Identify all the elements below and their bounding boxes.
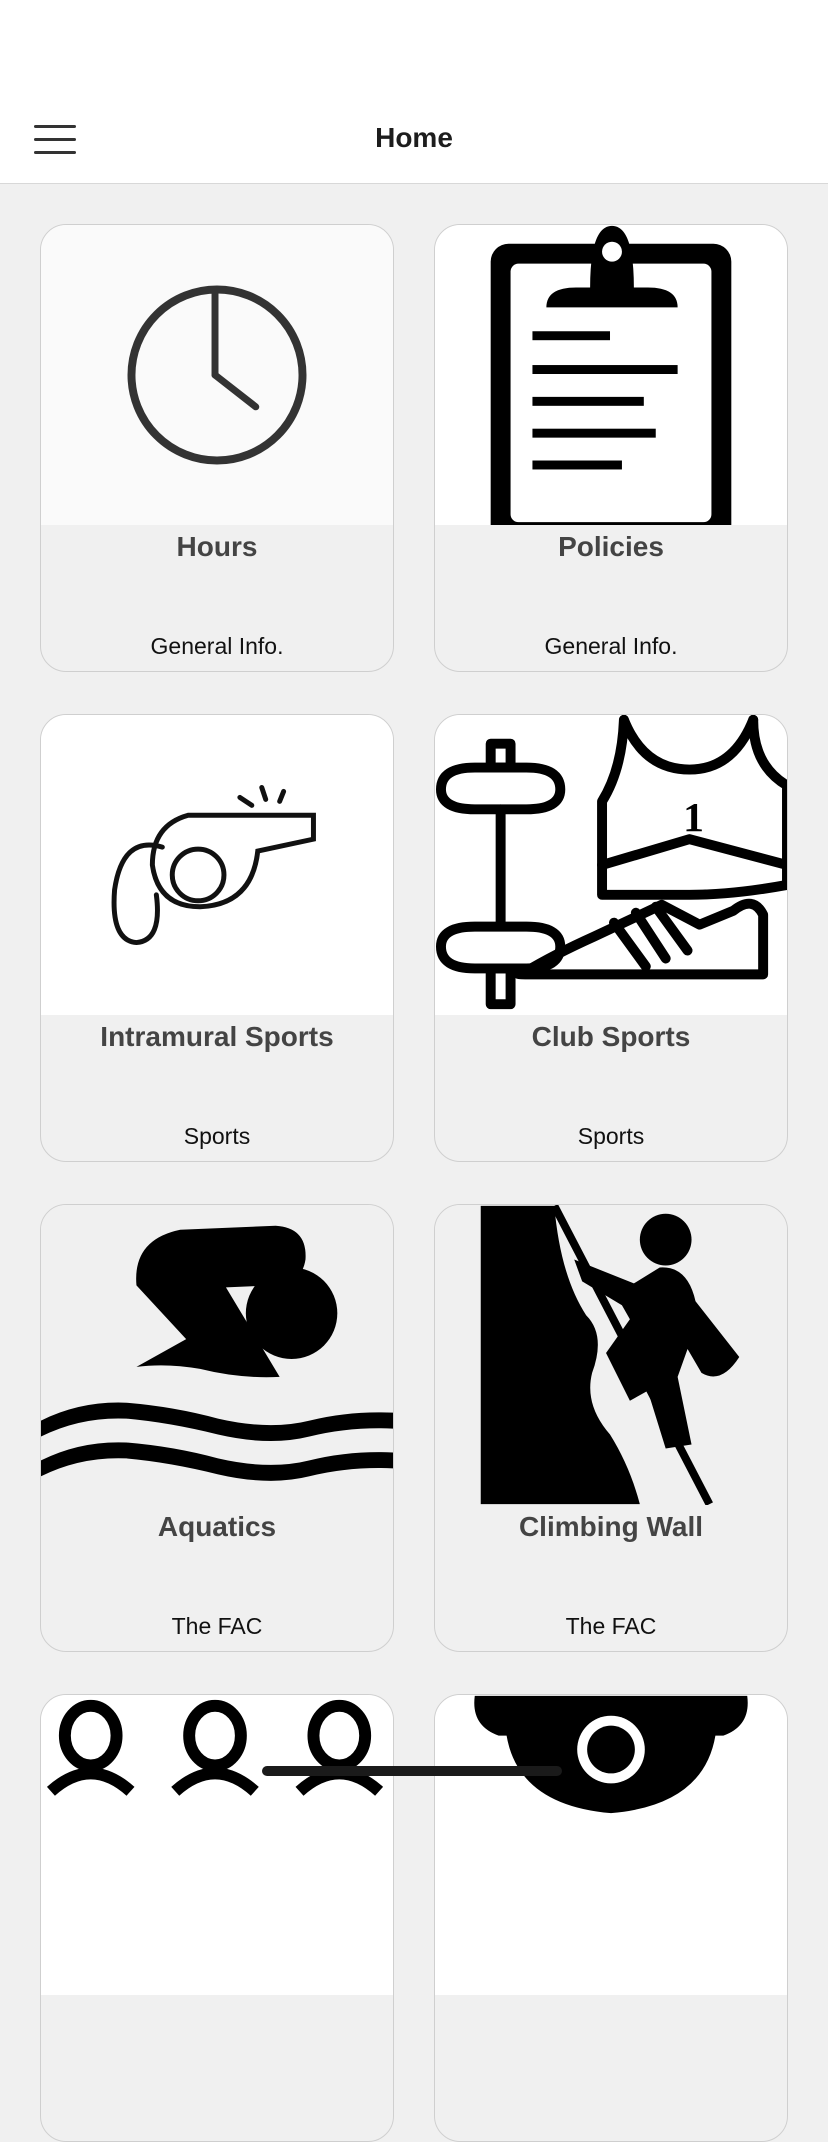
card-category: General Info. bbox=[544, 633, 678, 659]
card-title: Club Sports bbox=[531, 1021, 691, 1052]
card-club-sports[interactable]: 1 Club Sports Sports bbox=[434, 714, 788, 1162]
card-partial-group[interactable] bbox=[40, 1694, 394, 2142]
card-policies[interactable]: Policies General Info. bbox=[434, 224, 788, 672]
card-category: The FAC bbox=[565, 1613, 657, 1639]
club-sports-icon: 1 bbox=[435, 715, 787, 1015]
home-indicator[interactable] bbox=[262, 1766, 562, 1776]
svg-text:1: 1 bbox=[683, 795, 704, 841]
card-category: Sports bbox=[577, 1123, 645, 1149]
card-category: The FAC bbox=[171, 1613, 263, 1639]
card-title: Policies bbox=[558, 531, 664, 562]
trophy-icon bbox=[435, 1695, 787, 1995]
group-icon bbox=[41, 1695, 393, 1995]
card-title: Hours bbox=[176, 531, 258, 562]
card-title: Aquatics bbox=[157, 1511, 277, 1542]
card-intramural-sports[interactable]: Intramural Sports Sports bbox=[40, 714, 394, 1162]
card-hours[interactable]: Hours General Info. bbox=[40, 224, 394, 672]
card-aquatics[interactable]: Aquatics The FAC bbox=[40, 1204, 394, 1652]
card-partial-trophy[interactable] bbox=[434, 1694, 788, 2142]
swimmer-icon bbox=[41, 1205, 393, 1505]
whistle-icon bbox=[41, 715, 393, 1015]
card-title: Intramural Sports bbox=[100, 1021, 334, 1052]
card-title: Climbing Wall bbox=[518, 1511, 704, 1542]
status-bar-area bbox=[0, 0, 828, 100]
card-category: General Info. bbox=[150, 633, 284, 659]
clock-icon bbox=[41, 225, 393, 525]
card-category: Sports bbox=[183, 1123, 251, 1149]
top-navigation-bar: Home bbox=[0, 100, 828, 184]
page-title: Home bbox=[375, 122, 453, 153]
card-climbing-wall[interactable]: Climbing Wall The FAC bbox=[434, 1204, 788, 1652]
clipboard-icon bbox=[435, 225, 787, 525]
climber-icon bbox=[435, 1205, 787, 1505]
